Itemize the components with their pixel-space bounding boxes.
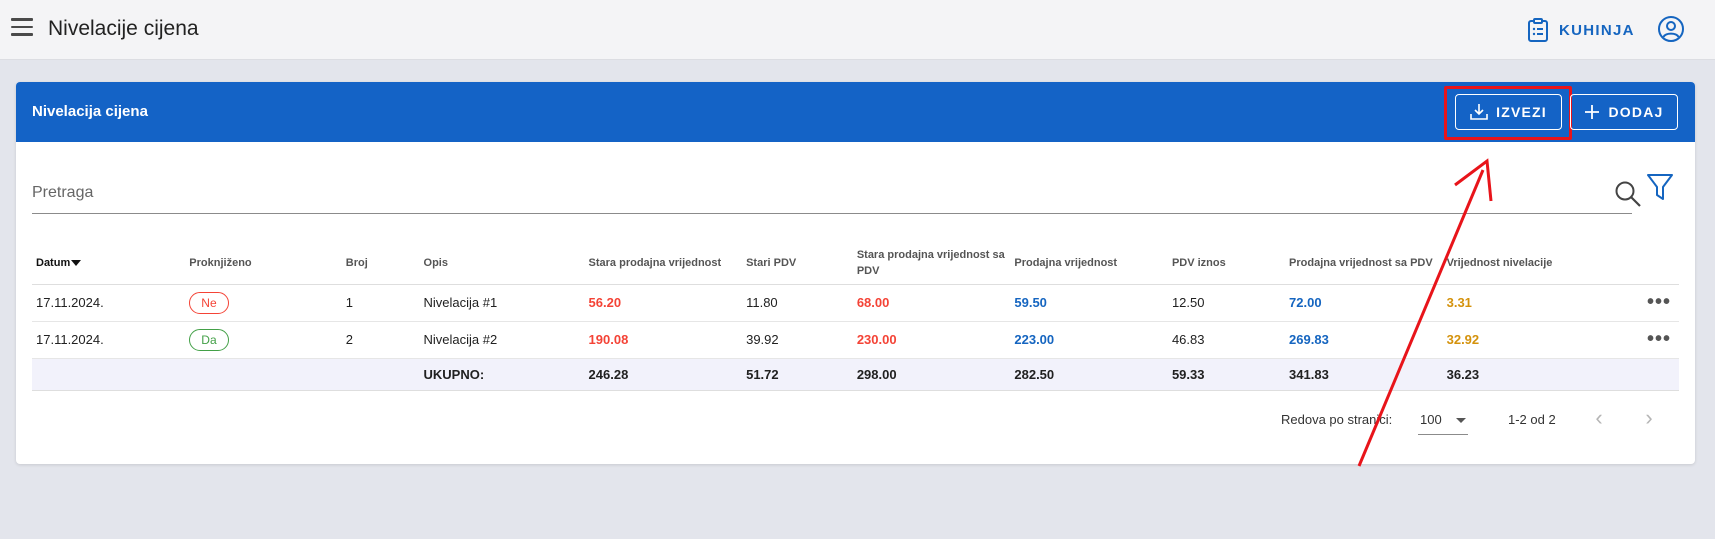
posted-badge: Da bbox=[189, 328, 229, 351]
filter-icon[interactable] bbox=[1646, 172, 1674, 202]
column-header-posted: Proknjiženo bbox=[185, 242, 342, 285]
cell-old-value: 190.08 bbox=[584, 321, 743, 359]
add-label: DODAJ bbox=[1608, 104, 1664, 120]
download-icon bbox=[1470, 104, 1488, 120]
pagination: Redova po stranici: 100 1-2 od 2 ‹ › bbox=[16, 399, 1695, 439]
table-row[interactable]: 17.11.2024. Da 2 Nivelacija #2 190.08 39… bbox=[32, 321, 1679, 359]
total-old-value-vat: 298.00 bbox=[852, 358, 1011, 391]
cell-vat: 12.50 bbox=[1167, 284, 1286, 322]
column-header-description: Opis bbox=[419, 242, 585, 285]
total-value: 282.50 bbox=[1010, 358, 1168, 391]
cell-number: 1 bbox=[341, 284, 420, 322]
total-value-vat: 341.83 bbox=[1285, 358, 1443, 391]
menu-icon[interactable] bbox=[11, 18, 33, 40]
total-old-vat: 51.72 bbox=[742, 358, 853, 391]
rows-per-page-select[interactable]: 100 bbox=[1418, 405, 1468, 435]
cell-leveling: 32.92 bbox=[1442, 321, 1603, 359]
column-header-old-vat: Stari PDV bbox=[742, 242, 853, 285]
cell-number: 2 bbox=[341, 321, 420, 359]
rows-per-page-value: 100 bbox=[1420, 412, 1442, 427]
chevron-right-icon[interactable]: › bbox=[1637, 407, 1661, 431]
cell-value: 223.00 bbox=[1010, 321, 1168, 359]
more-actions-icon[interactable]: ••• bbox=[1602, 284, 1679, 322]
cell-old-value-vat: 230.00 bbox=[852, 321, 1011, 359]
plus-icon bbox=[1585, 105, 1600, 119]
clipboard-list-icon bbox=[1528, 18, 1548, 42]
total-old-value: 246.28 bbox=[584, 358, 743, 391]
search-icon[interactable] bbox=[1614, 180, 1642, 208]
search-input[interactable] bbox=[32, 178, 1572, 208]
page-range: 1-2 od 2 bbox=[1508, 412, 1556, 427]
export-button[interactable]: IZVEZI bbox=[1455, 94, 1562, 130]
total-vat: 59.33 bbox=[1167, 358, 1286, 391]
cell-old-value-vat: 68.00 bbox=[852, 284, 1011, 322]
more-actions-icon[interactable]: ••• bbox=[1602, 321, 1679, 359]
column-header-vat: PDV iznos bbox=[1167, 242, 1286, 285]
search-bar bbox=[32, 178, 1641, 214]
cell-vat: 46.83 bbox=[1167, 321, 1286, 359]
cell-old-vat: 39.92 bbox=[742, 321, 853, 359]
export-label: IZVEZI bbox=[1496, 104, 1547, 120]
posted-badge: Ne bbox=[189, 291, 229, 314]
column-header-old-value-vat: Stara prodajna vrijednost sa PDV bbox=[852, 242, 1011, 285]
total-label: UKUPNO: bbox=[419, 358, 585, 391]
rows-per-page-label: Redova po stranici: bbox=[1281, 412, 1393, 427]
card-header: Nivelacija cijena IZVEZI DODAJ bbox=[16, 82, 1695, 142]
kitchen-button[interactable]: KUHINJA bbox=[1527, 14, 1635, 46]
column-header-number: Broj bbox=[341, 242, 420, 285]
total-leveling: 36.23 bbox=[1442, 358, 1603, 391]
cell-description: Nivelacija #1 bbox=[419, 284, 585, 322]
cell-posted: Da bbox=[185, 321, 342, 359]
app-bar: Nivelacije cijena KUHINJA bbox=[0, 0, 1715, 60]
account-circle-icon[interactable] bbox=[1657, 15, 1685, 43]
page-title: Nivelacije cijena bbox=[48, 17, 199, 40]
cell-description: Nivelacija #2 bbox=[419, 321, 585, 359]
price-leveling-card: Nivelacija cijena IZVEZI DODAJ Datum Pro… bbox=[16, 82, 1695, 464]
column-header-value-vat: Prodajna vrijednost sa PDV bbox=[1285, 242, 1443, 285]
card-title: Nivelacija cijena bbox=[32, 103, 148, 120]
cell-posted: Ne bbox=[185, 284, 342, 322]
caret-down-icon bbox=[1456, 418, 1466, 423]
column-header-value: Prodajna vrijednost bbox=[1010, 242, 1168, 285]
cell-value-vat: 72.00 bbox=[1285, 284, 1443, 322]
cell-date: 17.11.2024. bbox=[32, 321, 186, 359]
add-button[interactable]: DODAJ bbox=[1570, 94, 1678, 130]
table-header-row: Datum Proknjiženo Broj Opis Stara prodaj… bbox=[32, 242, 1679, 285]
sort-desc-icon bbox=[71, 259, 82, 266]
kitchen-label: KUHINJA bbox=[1559, 21, 1635, 39]
cell-value: 59.50 bbox=[1010, 284, 1168, 322]
cell-date: 17.11.2024. bbox=[32, 284, 186, 322]
cell-old-value: 56.20 bbox=[584, 284, 743, 322]
column-header-old-value: Stara prodajna vrijednost bbox=[584, 242, 743, 285]
cell-leveling: 3.31 bbox=[1442, 284, 1603, 322]
cell-value-vat: 269.83 bbox=[1285, 321, 1443, 359]
column-header-date[interactable]: Datum bbox=[32, 242, 186, 285]
total-row: UKUPNO: 246.28 51.72 298.00 282.50 59.33… bbox=[32, 358, 1679, 391]
chevron-left-icon[interactable]: ‹ bbox=[1587, 407, 1611, 431]
table-row[interactable]: 17.11.2024. Ne 1 Nivelacija #1 56.20 11.… bbox=[32, 284, 1679, 322]
column-header-actions bbox=[1602, 242, 1679, 285]
leveling-table: Datum Proknjiženo Broj Opis Stara prodaj… bbox=[32, 242, 1679, 391]
column-header-leveling: Vrijednost nivelacije bbox=[1442, 242, 1603, 285]
cell-old-vat: 11.80 bbox=[742, 284, 853, 322]
